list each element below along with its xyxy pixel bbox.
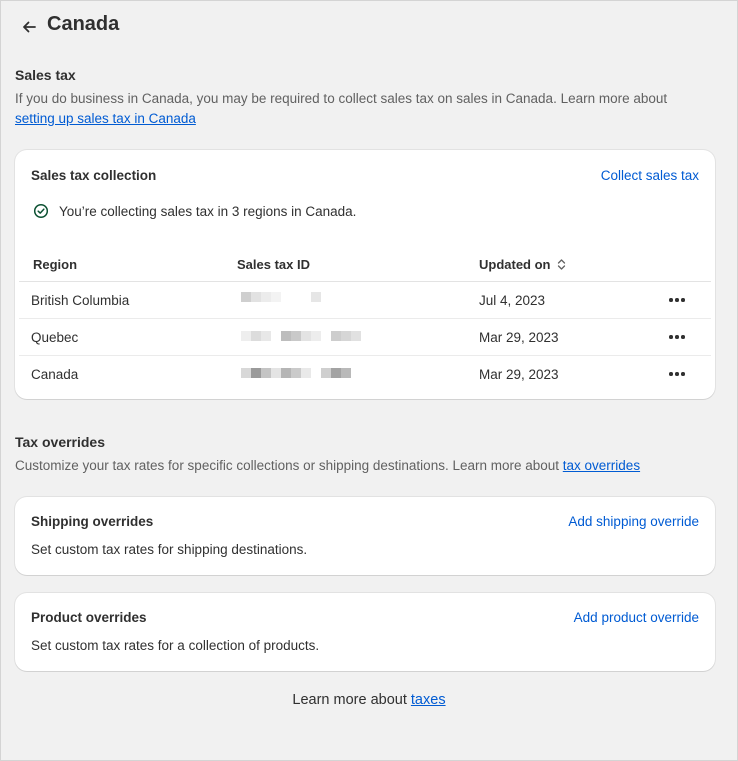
back-arrow-icon[interactable] [18, 17, 40, 37]
table-row: Quebec Mar 29, 2023 [19, 319, 711, 356]
product-overrides-title: Product overrides [31, 610, 147, 625]
more-actions-icon[interactable] [667, 365, 687, 383]
redacted-tax-id [241, 331, 363, 341]
column-sales-tax-id: Sales tax ID [237, 257, 310, 272]
check-circle-icon [33, 203, 49, 219]
tax-overrides-learn-link[interactable]: tax overrides [563, 458, 640, 473]
tax-overrides-description: Customize your tax rates for specific co… [15, 456, 723, 476]
column-updated-on-label: Updated on [479, 257, 551, 272]
sales-tax-learn-link[interactable]: setting up sales tax in Canada [15, 111, 196, 126]
sales-tax-heading: Sales tax [15, 67, 76, 83]
product-overrides-card: Product overrides Add product override S… [15, 593, 715, 671]
footer-text: Learn more about [292, 692, 411, 708]
page-header: Canada [1, 1, 737, 53]
add-shipping-override-button[interactable]: Add shipping override [568, 514, 699, 529]
collection-status: You’re collecting sales tax in 3 regions… [33, 203, 356, 219]
collect-sales-tax-button[interactable]: Collect sales tax [601, 168, 699, 183]
product-overrides-text: Set custom tax rates for a collection of… [31, 638, 320, 653]
collection-status-text: You’re collecting sales tax in 3 regions… [59, 203, 357, 219]
sales-tax-description: If you do business in Canada, you may be… [15, 89, 723, 129]
shipping-overrides-text: Set custom tax rates for shipping destin… [31, 542, 308, 557]
tax-overrides-heading: Tax overrides [15, 434, 106, 450]
table-header: Region Sales tax ID Updated on [19, 246, 711, 282]
row-region: British Columbia [31, 293, 130, 308]
redacted-tax-id [241, 368, 353, 378]
page-title: Canada [47, 13, 120, 35]
column-updated-on[interactable]: Updated on [479, 257, 566, 274]
redacted-tax-id [241, 292, 325, 302]
collection-card-title: Sales tax collection [31, 168, 157, 183]
add-product-override-button[interactable]: Add product override [574, 610, 699, 625]
row-region: Canada [31, 367, 79, 382]
row-updated: Mar 29, 2023 [479, 330, 559, 345]
footer-learn-more: Learn more about taxes [1, 692, 737, 708]
table-row: British Columbia Jul 4, 2023 [19, 282, 711, 319]
column-region: Region [33, 257, 78, 272]
row-updated: Jul 4, 2023 [479, 293, 546, 308]
more-actions-icon[interactable] [667, 291, 687, 309]
shipping-overrides-card: Shipping overrides Add shipping override… [15, 497, 715, 575]
sales-tax-description-text: If you do business in Canada, you may be… [15, 91, 668, 106]
table-row: Canada Mar 29, 2023 [19, 356, 711, 393]
taxes-link[interactable]: taxes [411, 692, 446, 708]
sort-icon [557, 258, 566, 274]
more-actions-icon[interactable] [667, 328, 687, 346]
shipping-overrides-title: Shipping overrides [31, 514, 154, 529]
row-updated: Mar 29, 2023 [479, 367, 559, 382]
sales-tax-collection-card: Sales tax collection Collect sales tax Y… [15, 150, 715, 399]
tax-overrides-description-text: Customize your tax rates for specific co… [15, 458, 563, 473]
row-region: Quebec [31, 330, 79, 345]
